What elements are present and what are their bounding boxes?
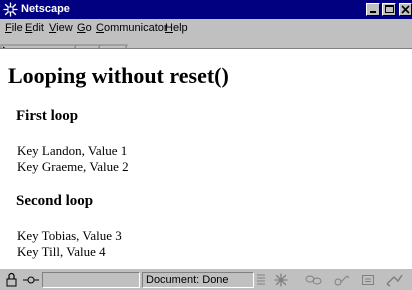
page-heading: Looping without reset() [8,63,229,88]
menu-edit[interactable]: Edit [25,22,44,35]
close-icon [401,5,410,14]
collapsed-toolbar-tabs[interactable] [0,38,130,53]
progress-bar [42,272,140,288]
connection-icon [22,272,40,290]
list-item: Key Tobias, Value 3 [17,228,122,243]
menu-file[interactable]: File [5,22,23,35]
maximize-button[interactable] [382,3,396,16]
composer-icon[interactable] [332,272,352,290]
lock-icon[interactable] [4,272,20,290]
section-title: Second loop [16,193,94,209]
list-item: Key Landon, Value 1 [17,143,128,158]
menu-communicator[interactable]: Communicator [96,22,168,35]
page-content[interactable]: Looping without reset() First loop Key L… [0,48,412,268]
menu-bar: File Edit View Go Communicator Help [0,19,412,38]
window-title: Netscape [21,3,70,15]
list-item: Key Till, Value 4 [17,244,106,259]
menu-go[interactable]: Go [77,22,92,35]
browser-window: Netscape File Edit View Go Communicator … [0,0,412,290]
menu-help[interactable]: Help [165,22,188,35]
close-button[interactable] [399,3,412,16]
minimize-icon [370,11,376,13]
menu-view[interactable]: View [49,22,73,35]
maximize-icon [385,5,394,13]
title-bar[interactable]: Netscape [0,0,412,19]
minimize-button[interactable] [366,3,380,16]
page-icon[interactable] [360,272,376,290]
netscape-logo-icon [3,2,18,17]
discussion-icon[interactable] [304,272,324,290]
status-text: Document: Done [146,274,229,286]
bookmark-icon[interactable] [384,272,404,290]
status-bar: Document: Done [0,268,412,290]
section-title: First loop [16,108,79,124]
list-item: Key Graeme, Value 2 [17,159,129,174]
mail-icon[interactable] [272,272,290,290]
navigator-icon[interactable] [254,272,268,290]
